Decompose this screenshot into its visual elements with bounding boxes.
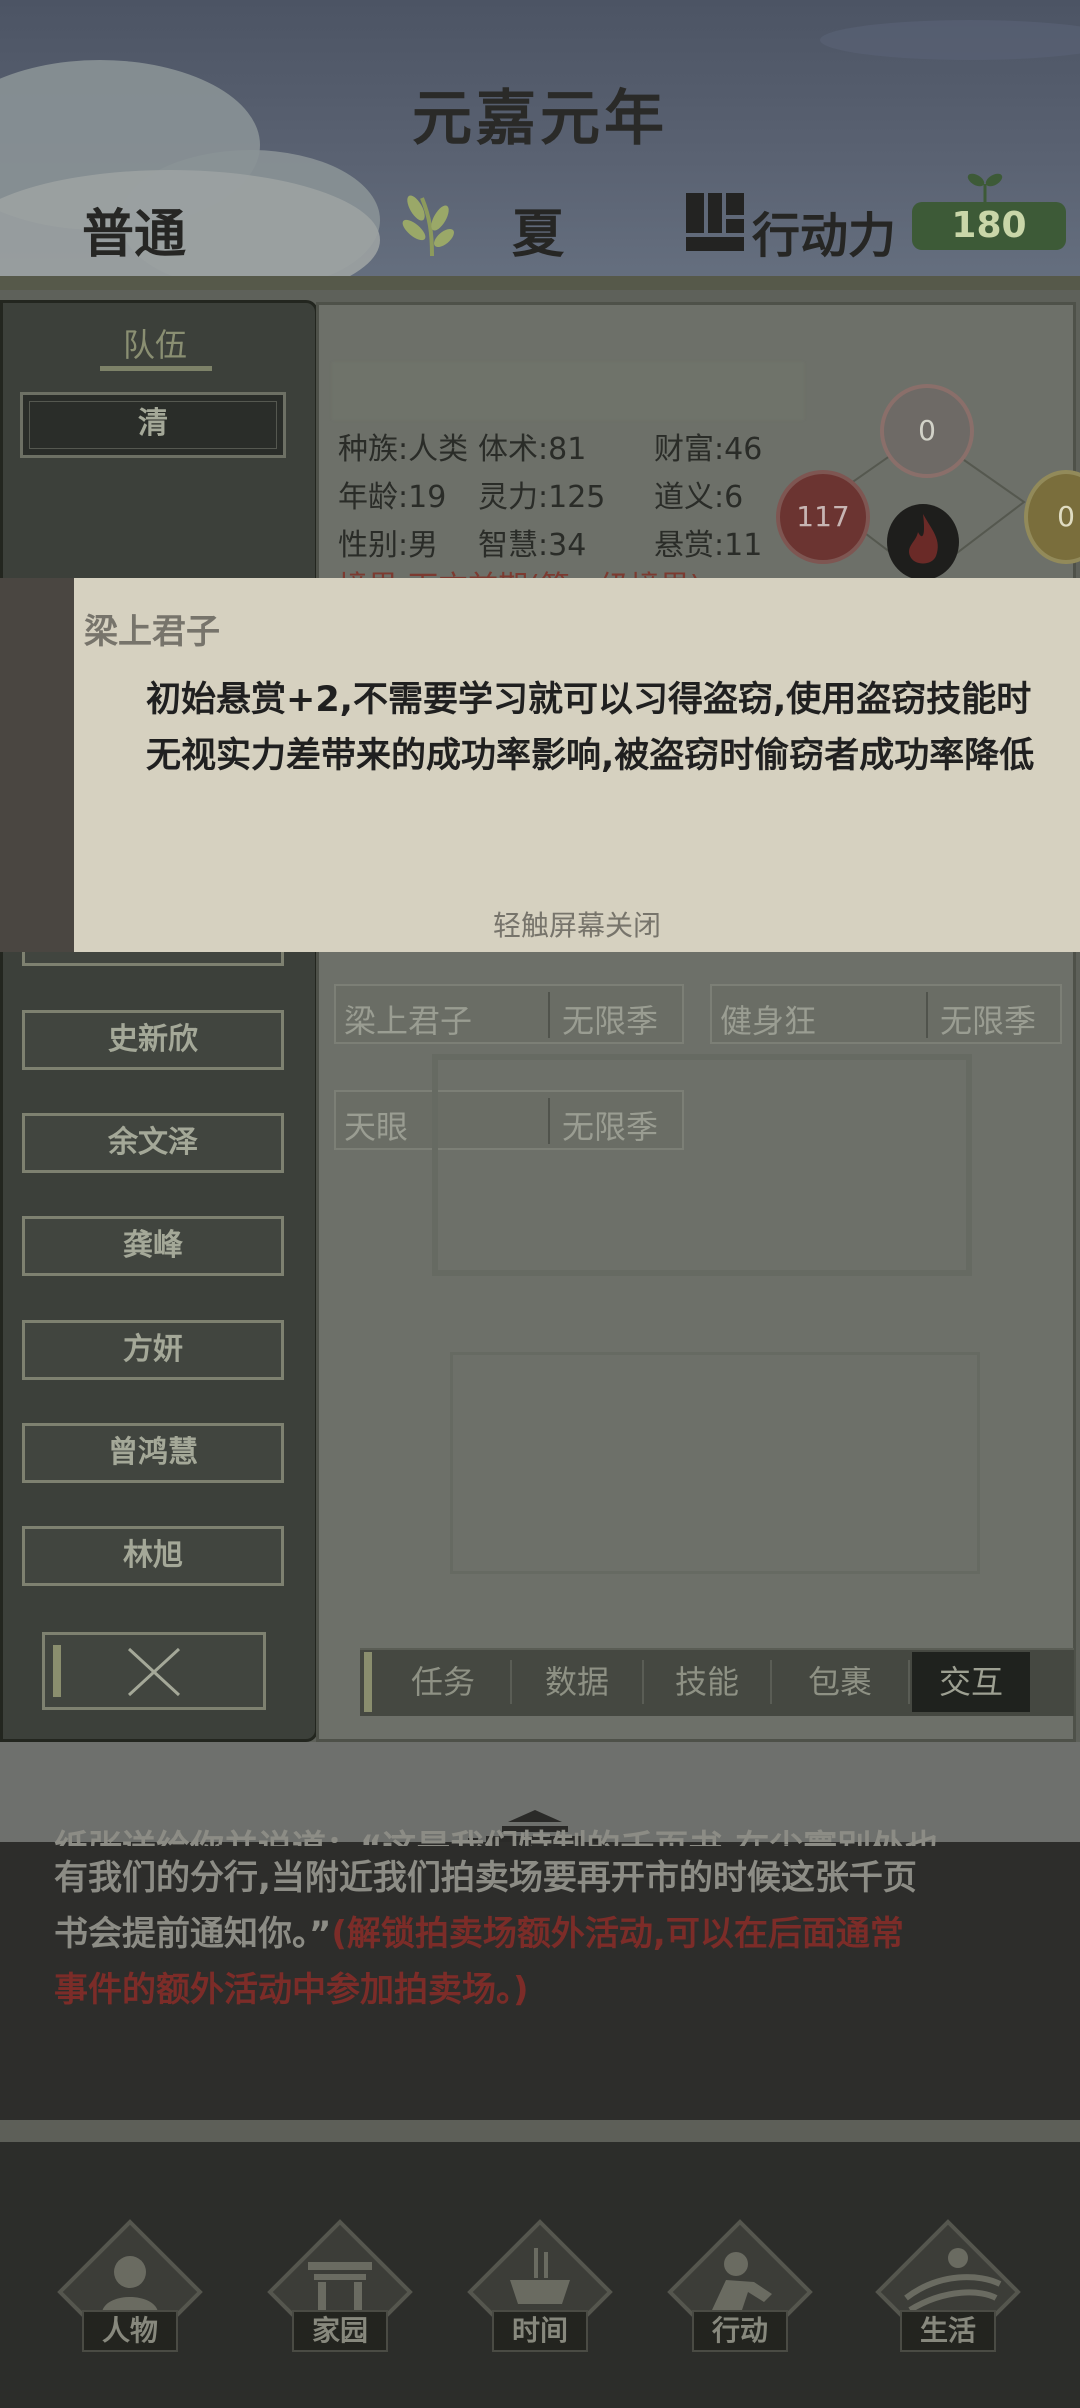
fire-icon [887,504,959,578]
attribute-circle-left: 117 [776,470,870,564]
close-x-icon [127,1647,181,1697]
team-member-button[interactable]: 龚峰 [22,1216,284,1276]
tab-inventory[interactable]: 包裹 [772,1652,908,1712]
story-line: 书会提前通知你。”(解锁拍卖场额外活动,可以在后面通常 [54,1914,904,1954]
sprout-icon [967,173,1003,204]
team-member-button[interactable]: 清 [20,392,286,458]
difficulty-label: 普通 [82,205,187,265]
popup-shadow [0,578,74,952]
story-line: 有我们的分行,当附近我们拍卖场要再开市的时候这张千页 [54,1858,917,1898]
story-divider [0,2120,1080,2142]
tab-interact[interactable]: 交互 [912,1652,1030,1712]
action-icon [667,2219,813,2318]
wheat-icon [402,195,454,257]
season-label: 夏 [512,205,565,265]
team-member-button[interactable]: 史新欣 [22,1010,284,1070]
house-icon [267,2219,413,2318]
stat-race: 种族:人类 [338,432,469,467]
decorative-frame [432,1054,972,1276]
story-text: 纸张送给你并说道：“这是我们特制的千页书,在尘寰别处也 有我们的分行,当附近我们… [54,1828,1044,2018]
time-icon [467,2219,613,2318]
team-member-button[interactable]: 方妍 [22,1320,284,1380]
stat-bounty: 悬赏:11 [654,528,763,563]
team-member-button[interactable]: 曾鸿慧 [22,1423,284,1483]
nav-character[interactable]: 人物 [52,2218,208,2356]
trait-tag[interactable]: 梁上君子 无限季 [334,984,684,1044]
close-team-button[interactable] [42,1632,266,1710]
nav-life[interactable]: 生活 [870,2218,1026,2356]
life-icon [875,2219,1021,2318]
nav-home[interactable]: 家园 [262,2218,418,2356]
popup-description: 初始悬赏+2,不需要学习就可以习得盗窃,使用盗窃技能时无视实力差带来的成功率影响… [146,680,1035,776]
action-points-icon [686,193,744,251]
team-title: 队伍 [122,326,187,364]
tab-bar-accent [364,1652,372,1712]
header-divider [0,276,1080,290]
stat-realm: 境界:下方前期(第一级境界) [338,562,702,578]
team-title-underline [100,366,212,371]
stat-body: 体术:81 [478,432,587,467]
character-name-bar [332,362,804,420]
year-title: 元嘉元年 [412,84,668,154]
nav-action[interactable]: 行动 [662,2218,818,2356]
team-member-button[interactable]: 余文泽 [22,1113,284,1173]
action-points-label: 行动力 [752,208,897,264]
action-points-value: 180 [912,202,1066,250]
attribute-circle-top: 0 [880,384,974,478]
tab-tasks[interactable]: 任务 [378,1652,508,1712]
tab-skills[interactable]: 技能 [644,1652,770,1712]
story-line: 纸张送给你并说道：“这是我们特制的千页书,在尘寰别处也 [54,1820,1044,1846]
nav-time[interactable]: 时间 [462,2218,618,2356]
story-line: 事件的额外活动中参加拍卖场。) [54,1970,529,2010]
popup-close-hint: 轻触屏幕关闭 [492,909,661,942]
team-member-button[interactable]: 林旭 [22,1526,284,1586]
stat-gender: 性别:男 [338,528,439,563]
stat-spirit: 灵力:125 [478,480,606,515]
stat-morality: 道义:6 [654,480,744,515]
popup-title: 梁上君子 [84,612,220,652]
person-icon [57,2219,203,2318]
stat-age: 年龄:19 [338,480,447,515]
stat-wealth: 财富:46 [654,432,763,467]
tab-data[interactable]: 数据 [512,1652,642,1712]
decorative-frame [450,1352,980,1574]
stat-wisdom: 智慧:34 [478,528,587,563]
trait-tag[interactable]: 健身狂 无限季 [710,984,1062,1044]
